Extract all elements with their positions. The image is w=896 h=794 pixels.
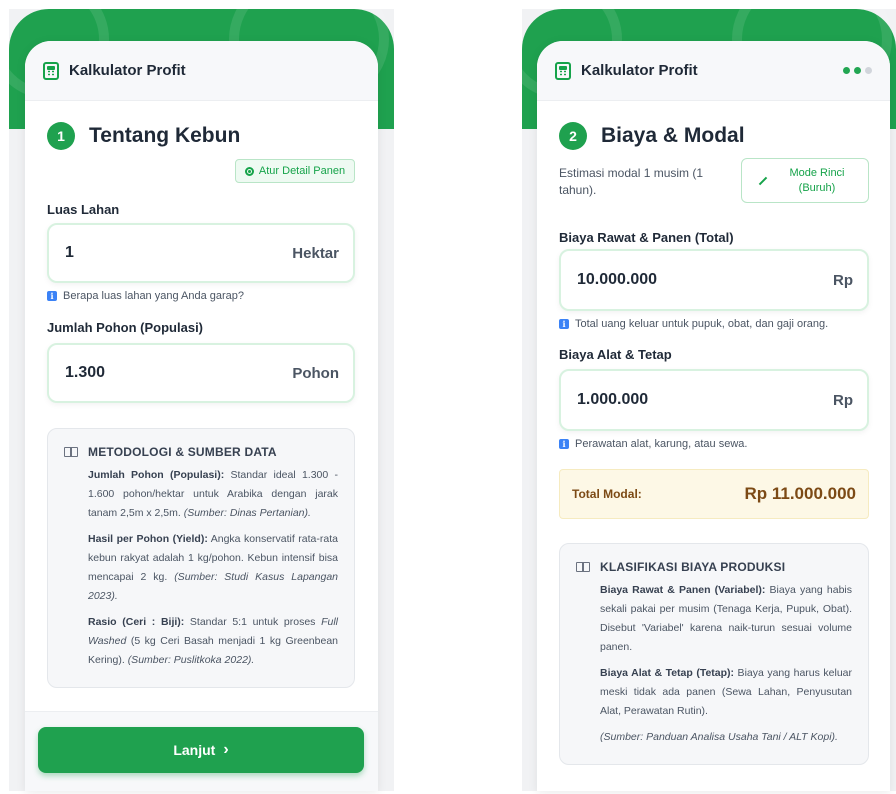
classification-item: Biaya Rawat & Panen (Variabel): Biaya ya… [600, 584, 852, 653]
next-button[interactable]: Lanjut › [38, 727, 364, 773]
harvest-detail-label: Atur Detail Panen [258, 165, 346, 177]
fixed-cost-value: 1.000.000 [577, 391, 649, 408]
header-title: Kalkulator Profit [69, 62, 186, 79]
classification-source: (Sumber: Panduan Analisa Usaha Tani / AL… [600, 731, 838, 743]
methodology-item: Jumlah Pohon (Populasi): Standar ideal 1… [88, 469, 338, 519]
step-number-badge: 2 [559, 122, 587, 150]
methodology-term: Hasil per Pohon (Yield): [88, 533, 208, 545]
methodology-title: METODOLOGI & SUMBER DATA [88, 445, 277, 459]
book-icon [64, 447, 78, 457]
land-area-hint: i Berapa luas lahan yang Anda garap? [47, 290, 244, 302]
fixed-cost-input[interactable]: 1.000.000 Rp [559, 369, 869, 431]
step-number-badge: 1 [47, 122, 75, 150]
detail-mode-button[interactable]: Mode Rinci (Buruh) [741, 158, 869, 203]
maintenance-cost-input[interactable]: 10.000.000 Rp [559, 249, 869, 311]
total-capital-label: Total Modal: [572, 487, 642, 501]
step-title: Biaya & Modal [601, 124, 745, 147]
step-heading: 2 Biaya & Modal [559, 122, 745, 150]
chevron-right-icon: › [223, 741, 229, 758]
info-icon: i [559, 319, 569, 329]
maintenance-cost-hint-text: Total uang keluar untuk pupuk, obat, dan… [575, 318, 829, 330]
step-title: Tentang Kebun [89, 124, 241, 147]
detail-mode-label: Mode Rinci (Buruh) [789, 166, 845, 194]
fixed-cost-hint-text: Perawatan alat, karung, atau sewa. [575, 438, 748, 450]
gear-icon [244, 166, 254, 176]
total-capital-box: Total Modal: Rp 11.000.000 [559, 469, 869, 519]
pencil-icon [758, 176, 768, 185]
next-button-label: Lanjut [173, 742, 216, 758]
right-card-header: Kalkulator Profit [537, 41, 890, 101]
step-dot-active [854, 67, 861, 74]
info-icon: i [47, 291, 57, 301]
tree-count-label: Jumlah Pohon (Populasi) [47, 320, 204, 335]
total-capital-value: Rp 11.000.000 [744, 484, 856, 503]
tree-count-unit: Pohon [292, 364, 339, 382]
methodology-item: Rasio (Ceri : Biji): Standar 5:1 untuk p… [88, 616, 338, 666]
land-area-value: 1 [65, 244, 74, 261]
land-area-unit: Hektar [292, 244, 339, 262]
step-description: Estimasi modal 1 musim (1 tahun). [559, 166, 704, 197]
tree-count-input[interactable]: 1.300 Pohon [47, 343, 355, 403]
land-area-label: Luas Lahan [47, 202, 120, 217]
methodology-item: Hasil per Pohon (Yield): Angka konservat… [88, 533, 338, 602]
maintenance-cost-label: Biaya Rawat & Panen (Total) [559, 230, 734, 245]
maintenance-cost-unit: Rp [833, 271, 853, 289]
step-heading: 1 Tentang Kebun [47, 122, 240, 150]
tree-count-value: 1.300 [65, 364, 106, 381]
step-progress-dots [843, 67, 872, 74]
harvest-detail-button[interactable]: Atur Detail Panen [235, 159, 355, 183]
maintenance-cost-hint: i Total uang keluar untuk pupuk, obat, d… [559, 318, 828, 330]
fixed-cost-unit: Rp [833, 391, 853, 409]
methodology-box: METODOLOGI & SUMBER DATA Jumlah Pohon (P… [47, 428, 355, 688]
fixed-cost-hint: i Perawatan alat, karung, atau sewa. [559, 438, 747, 450]
land-area-hint-text: Berapa luas lahan yang Anda garap? [63, 290, 245, 302]
right-card: Kalkulator Profit 2 Biaya & Modal Estima… [537, 41, 890, 791]
land-area-input[interactable]: 1 Hektar [47, 223, 355, 283]
book-icon [576, 562, 590, 572]
step-dot-active [843, 67, 850, 74]
calculator-icon [43, 61, 59, 80]
methodology-term: Rasio (Ceri : Biji): [88, 616, 185, 628]
info-icon: i [559, 439, 569, 449]
methodology-term: Jumlah Pohon (Populasi): [88, 469, 225, 481]
left-card-header: Kalkulator Profit [25, 41, 378, 101]
maintenance-cost-value: 10.000.000 [577, 271, 658, 288]
classification-item: Biaya Alat & Tetap (Tetap): Biaya yang h… [600, 667, 852, 717]
classification-title: KLASIFIKASI BIAYA PRODUKSI [600, 560, 786, 574]
step-dot-inactive [865, 67, 872, 74]
calculator-icon [555, 61, 571, 80]
cost-classification-box: KLASIFIKASI BIAYA PRODUKSI Biaya Rawat &… [559, 543, 869, 765]
left-card: Kalkulator Profit 1 Tentang Kebun Atur D… [25, 41, 378, 791]
methodology-heading: METODOLOGI & SUMBER DATA [64, 445, 338, 459]
classification-term: Biaya Alat & Tetap (Tetap): [600, 667, 735, 679]
classification-term: Biaya Rawat & Panen (Variabel): [600, 584, 766, 596]
fixed-cost-label: Biaya Alat & Tetap [559, 347, 672, 362]
header-title: Kalkulator Profit [581, 62, 698, 79]
classification-heading: KLASIFIKASI BIAYA PRODUKSI [576, 560, 852, 574]
